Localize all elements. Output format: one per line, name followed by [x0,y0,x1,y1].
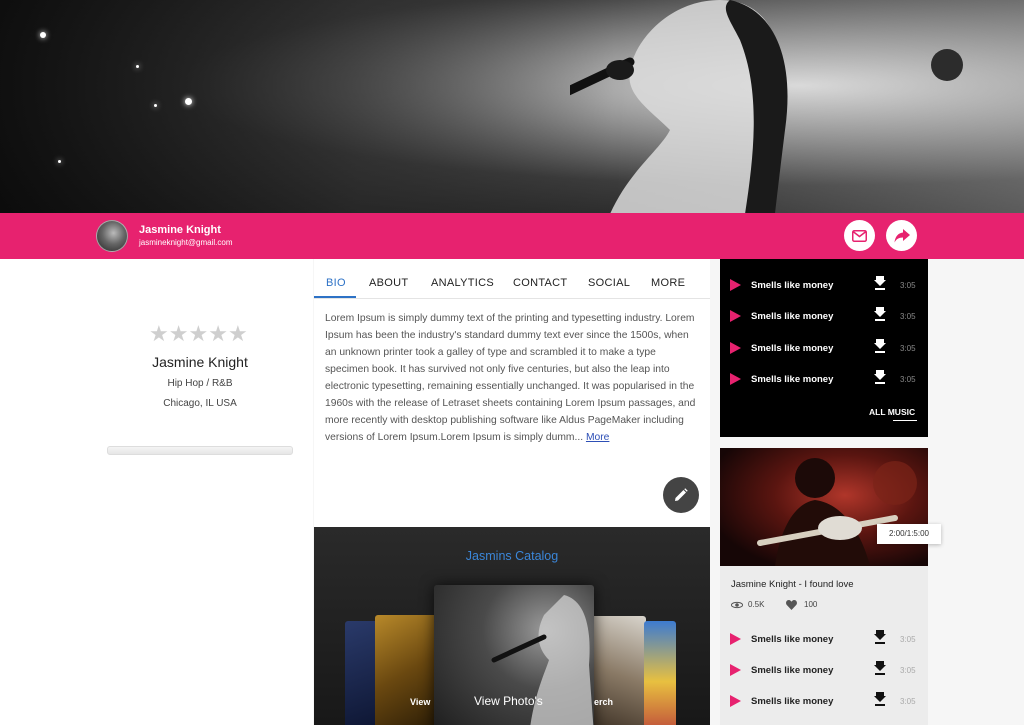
profile-email: jasmineknight@gmail.com [139,238,233,247]
profile-summary-panel: ★★★★★ Jasmine Knight Hip Hop / R&B Chica… [0,259,313,725]
download-icon[interactable] [874,692,886,706]
star-icon[interactable]: ★ [188,321,208,346]
photo-card[interactable] [586,616,646,725]
play-icon[interactable] [730,279,741,291]
active-tab-indicator [314,296,356,298]
progress-bar [107,446,293,455]
download-icon[interactable] [874,661,886,675]
profile-bar: Jasmine Knight jasmineknight@gmail.com [0,213,1024,259]
tab-about[interactable]: ABOUT [369,277,408,289]
music-list: Smells like money 3:05 Smells like money… [720,259,928,437]
edit-button[interactable] [663,477,699,513]
stage-light [136,65,139,68]
rating-stars[interactable]: ★★★★★ [149,321,248,347]
play-icon[interactable] [730,310,741,322]
tab-more[interactable]: MORE [651,277,685,289]
download-icon[interactable] [874,276,886,290]
track-duration: 3:05 [900,312,916,321]
track-duration: 3:05 [900,281,916,290]
bio-panel: BIO ABOUT ANALYTICS CONTACT SOCIAL MORE … [314,259,710,527]
play-icon[interactable] [730,342,741,354]
avatar[interactable] [96,220,128,252]
all-music-link[interactable]: ALL MUSIC [869,407,915,417]
track-row[interactable]: Smells like money 3:05 [720,370,928,390]
share-icon [894,228,910,242]
video-card: Jasmine Knight - I found love 0.5K 100 S… [720,448,928,725]
lens-spot [931,49,963,81]
hero-overlay [0,0,1024,214]
track-row[interactable]: Smells like money 3:05 [720,630,928,650]
pencil-icon [675,488,688,501]
track-row[interactable]: Smells like money 3:05 [720,276,928,296]
mail-icon [852,229,867,242]
profile-name: Jasmine Knight [139,224,221,236]
more-link[interactable]: More [586,432,609,443]
track-title: Smells like money [751,374,834,385]
track-duration: 3:05 [900,344,916,353]
track-title: Smells like money [751,634,834,645]
track-title: Smells like money [751,311,834,322]
track-row[interactable]: Smells like money 3:05 [720,307,928,327]
play-icon[interactable] [730,695,741,707]
track-title: Smells like money [751,696,834,707]
share-button[interactable] [886,220,917,251]
play-icon[interactable] [730,664,741,676]
download-icon[interactable] [874,307,886,321]
star-icon[interactable]: ★ [169,321,189,346]
track-duration: 3:05 [900,666,916,675]
stage-light [154,104,157,107]
download-icon[interactable] [874,339,886,353]
hero-banner [0,0,1024,214]
tab-contact[interactable]: CONTACT [513,277,567,289]
bio-text: Lorem Ipsum is simply dummy text of the … [325,310,700,446]
like-count: 100 [804,600,818,609]
singer-silhouette [570,0,788,214]
download-icon[interactable] [874,630,886,644]
view-photos-button[interactable]: View Photo's [474,694,543,708]
tab-analytics[interactable]: ANALYTICS [431,277,494,289]
photo-catalog: Jasmins Catalog View View Photo's erch [314,527,710,725]
track-title: Smells like money [751,280,834,291]
view-label-right: erch [594,697,614,707]
message-button[interactable] [844,220,875,251]
photo-card[interactable] [644,621,676,725]
star-icon[interactable]: ★ [208,321,228,346]
bio-body: Lorem Ipsum is simply dummy text of the … [325,313,696,443]
view-count: 0.5K [748,600,765,609]
tab-social[interactable]: SOCIAL [588,277,630,289]
stage-light [58,160,61,163]
track-duration: 3:05 [900,697,916,706]
track-row[interactable]: Smells like money 3:05 [720,661,928,681]
view-label-left: View [410,697,431,707]
track-row[interactable]: Smells like money 3:05 [720,339,928,359]
catalog-title: Jasmins Catalog [465,549,559,563]
video-time-badge: 2:00/1:5:00 [877,524,941,544]
download-icon[interactable] [874,370,886,384]
track-title: Smells like money [751,343,834,354]
star-icon[interactable]: ★ [149,321,169,346]
tab-bio[interactable]: BIO [326,277,346,289]
all-music-underline [893,420,917,421]
track-duration: 3:05 [900,635,916,644]
photo-card[interactable] [375,615,437,725]
guitarist-silhouette [757,458,917,566]
track-row[interactable]: Smells like money 3:05 [720,692,928,712]
play-icon[interactable] [730,633,741,645]
stage-light [185,98,192,105]
stage-light [40,32,46,38]
play-icon[interactable] [730,373,741,385]
video-thumbnail[interactable] [720,448,928,566]
star-icon[interactable]: ★ [228,321,248,346]
track-duration: 3:05 [900,375,916,384]
heart-icon[interactable] [786,600,797,610]
eye-icon [731,601,743,609]
video-title: Jasmine Knight - I found love [731,579,854,590]
track-title: Smells like money [751,665,834,676]
tab-bar: BIO ABOUT ANALYTICS CONTACT SOCIAL MORE [314,259,710,299]
